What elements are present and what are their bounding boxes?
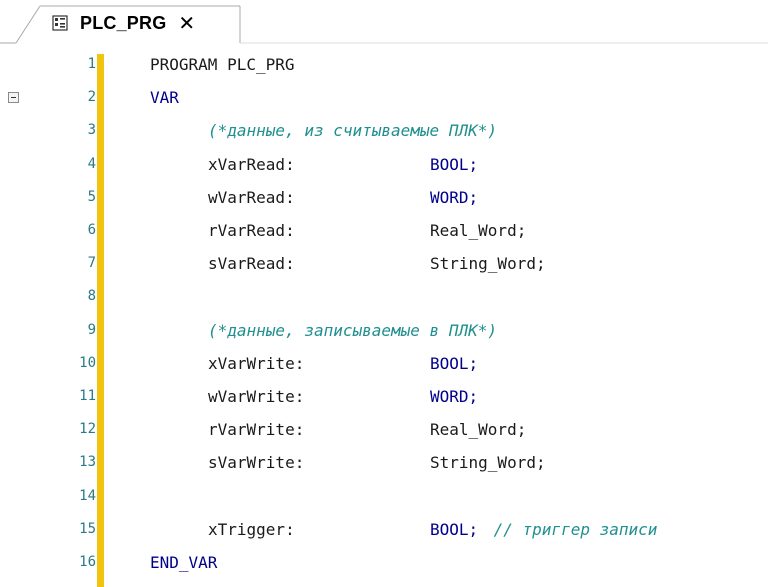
- code-identifier: Real_Word;: [430, 420, 527, 440]
- code-line[interactable]: PROGRAM PLC_PRG: [150, 48, 760, 81]
- code-line[interactable]: xVarRead: BOOL;: [150, 148, 760, 181]
- fold-column: [0, 44, 30, 587]
- code-line[interactable]: rVarWrite: Real_Word;: [150, 413, 760, 446]
- code-identifier: xTrigger:: [208, 519, 295, 539]
- code-line[interactable]: [150, 480, 760, 513]
- line-number: 2: [87, 89, 96, 106]
- code-line[interactable]: VAR: [150, 81, 760, 114]
- line-number: 14: [79, 487, 96, 504]
- code-identifier: xVarWrite:: [208, 353, 305, 373]
- code-line[interactable]: (*данные, записываемые в ПЛК*): [150, 314, 760, 347]
- line-number: 12: [79, 421, 96, 438]
- line-number: 13: [79, 454, 96, 471]
- close-icon[interactable]: ✕: [178, 13, 195, 33]
- code-identifier: rVarWrite:: [208, 420, 305, 440]
- code-keyword: VAR: [150, 88, 179, 108]
- code-line[interactable]: wVarWrite: WORD;: [150, 380, 760, 413]
- code-type: BOOL;: [430, 519, 479, 539]
- code-identifier: rVarRead:: [208, 221, 295, 240]
- code-identifier: PROGRAM PLC_PRG: [150, 55, 295, 74]
- line-number: 4: [87, 155, 96, 172]
- line-number: 11: [79, 388, 96, 404]
- code-comment: // триггер записи: [484, 519, 658, 539]
- code-line[interactable]: sVarRead: String_Word;: [150, 247, 760, 280]
- code-identifier: String_Word;: [430, 254, 546, 274]
- code-comment: (*данные, записываемые в ПЛК*): [208, 320, 497, 340]
- code-identifier: wVarWrite:: [208, 387, 305, 406]
- code-type: BOOL;: [430, 353, 479, 373]
- editor-tab-strip: PLC_PRG ✕: [0, 0, 768, 44]
- code-line[interactable]: END_VAR: [150, 546, 760, 579]
- code-identifier: sVarRead:: [208, 254, 295, 274]
- code-type: WORD;: [430, 187, 479, 207]
- tab-plc-prg[interactable]: PLC_PRG ✕: [42, 6, 242, 40]
- code-identifier: wVarRead:: [208, 187, 295, 207]
- line-number: 1: [87, 56, 96, 72]
- code-line[interactable]: xVarWrite: BOOL;: [150, 347, 760, 380]
- line-number: 10: [79, 354, 96, 371]
- code-line[interactable]: xTrigger: BOOL; // триггер записи: [150, 513, 760, 546]
- code-line[interactable]: wVarRead: WORD;: [150, 181, 760, 214]
- code-keyword: END_VAR: [150, 553, 218, 572]
- line-number: 15: [79, 520, 96, 537]
- code-editor[interactable]: 1 2 3 4 5 6 7 8 9 10 11 12 13 14 15 16 PROGRAM PLC_PRG V…: [0, 44, 768, 587]
- change-marker-bar: [97, 54, 104, 587]
- line-number: 9: [87, 321, 96, 338]
- line-number: 16: [79, 554, 96, 570]
- code-line[interactable]: [150, 280, 760, 313]
- code-type: BOOL;: [430, 154, 479, 174]
- code-area[interactable]: PROGRAM PLC_PRG VAR (*данные, из считываем…: [150, 44, 760, 587]
- code-identifier: String_Word;: [430, 453, 546, 473]
- line-number: 6: [87, 222, 96, 238]
- line-numbers: 1 2 3 4 5 6 7 8 9 10 11 12 13 14 15 16: [30, 44, 96, 587]
- code-identifier: Real_Word;: [430, 221, 527, 240]
- code-line[interactable]: rVarRead: Real_Word;: [150, 214, 760, 247]
- line-number: 7: [87, 255, 96, 272]
- code-line[interactable]: sVarWrite: String_Word;: [150, 446, 760, 479]
- line-number: 3: [87, 122, 96, 139]
- code-type: WORD;: [430, 387, 479, 406]
- code-comment: (*данные, из считываемые ПЛК*): [208, 121, 497, 141]
- pou-program-icon: [52, 15, 68, 31]
- tab-label: PLC_PRG: [80, 12, 167, 33]
- editor-gutter: 1 2 3 4 5 6 7 8 9 10 11 12 13 14 15 16: [0, 44, 106, 587]
- code-identifier: xVarRead:: [208, 154, 295, 174]
- code-line[interactable]: (*данные, из считываемые ПЛК*): [150, 114, 760, 147]
- line-number: 5: [87, 188, 96, 205]
- collapse-icon[interactable]: [8, 92, 19, 104]
- line-number: 8: [87, 288, 96, 305]
- code-editor-window: PLC_PRG ✕ 1 2 3 4 5 6 7 8 9 10 11 12 13 14 15 16 PROGRA…: [0, 0, 768, 587]
- code-identifier: sVarWrite:: [208, 453, 305, 473]
